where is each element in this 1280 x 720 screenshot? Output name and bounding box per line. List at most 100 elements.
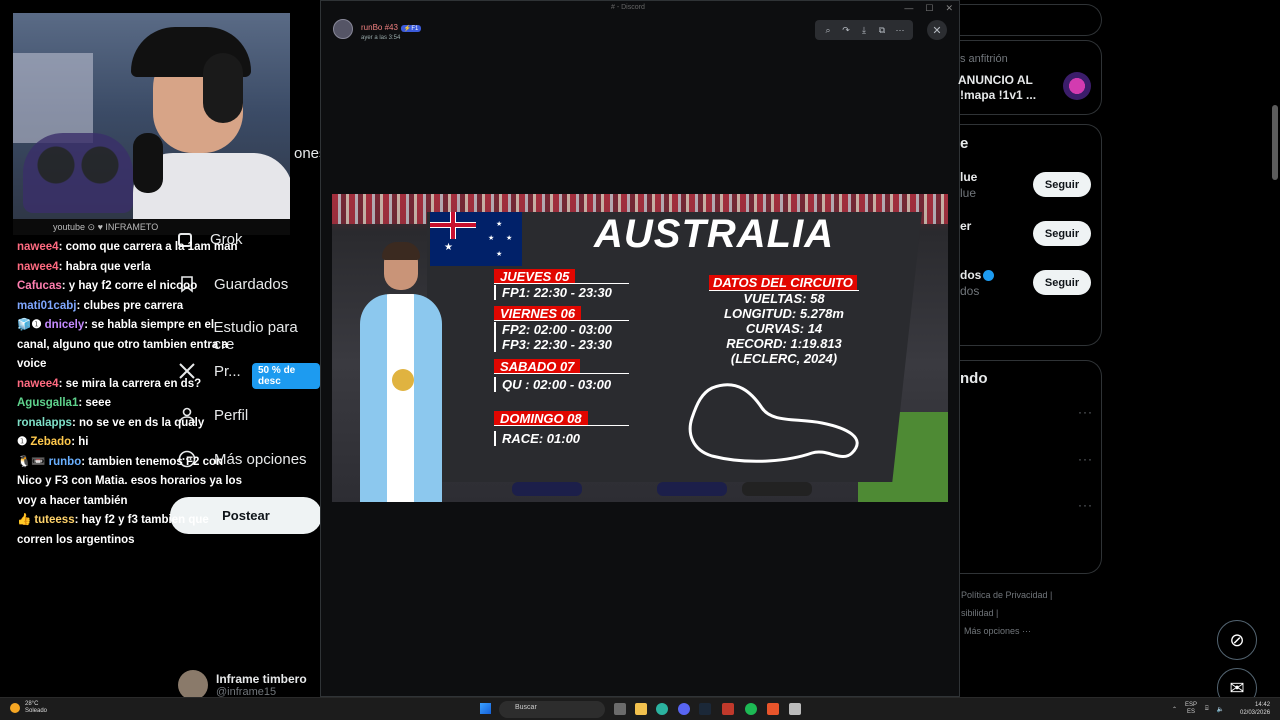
footer-more-link[interactable]: Más opciones ··· [964,626,1031,636]
suggested-handle: dos [960,284,980,298]
chat-badge-icon: 🧊❶ [17,319,42,331]
chat-username[interactable]: ronalapps [17,417,72,429]
chat-username[interactable]: Agusgalla1 [17,397,78,409]
chat-badge-icon: 👍 [17,514,32,526]
poster-title: AUSTRALIA [594,212,835,256]
download-icon[interactable]: ⤓ [857,23,871,37]
app-icon[interactable] [722,703,734,715]
chat-username[interactable]: nawee4 [17,378,59,390]
minimize-icon[interactable]: — [904,3,913,14]
space-avatar[interactable] [1063,72,1091,100]
suggested-name[interactable]: er [960,219,971,233]
sun-of-may-icon [392,369,414,391]
window-title: # - Discord [611,4,645,11]
chat-message: nawee4: se mira la carrera en ds? [17,375,242,395]
account-switcher[interactable]: Inframe timbero @inframe15 [178,670,307,700]
more-icon[interactable]: ⋯ [893,23,907,37]
open-icon[interactable]: ⧉ [875,23,889,37]
chat-username[interactable]: dnicely [45,319,85,331]
file-explorer-icon[interactable] [635,703,647,715]
chat-username[interactable]: Zebado [30,436,71,448]
follow-button[interactable]: Seguir [1033,221,1091,246]
edge-icon[interactable] [656,703,668,715]
who-to-follow-header: e [960,135,969,152]
author-name[interactable]: runBo #43 [361,23,398,32]
race-car [512,482,582,496]
footer-privacy-link[interactable]: Política de Privacidad | [961,590,1052,600]
nav-notifications[interactable]: ones [178,144,327,162]
chat-text: : seee [78,397,111,409]
discord-icon[interactable] [678,703,690,715]
space-subtitle[interactable]: !mapa !1v1 ... [960,88,1036,102]
race-car [657,482,727,496]
discount-badge: 50 % de desc [252,363,320,389]
scrollbar[interactable] [1272,105,1278,180]
spotify-icon[interactable] [745,703,757,715]
space-title[interactable]: ANUNCIO AL [958,73,1033,87]
chat-text: : y hay f2 corre el nicooo [61,280,198,292]
zoom-icon[interactable]: ⌕ [821,23,835,37]
steam-icon[interactable] [699,703,711,715]
more-icon[interactable]: ··· [1078,405,1093,419]
profile-name: Inframe timbero [216,672,307,686]
chat-username[interactable]: mati01cabj [17,300,76,312]
session-time: FP1: 22:30 - 23:30 [494,285,612,300]
race-car [742,482,812,496]
more-icon[interactable]: ··· [1078,498,1093,512]
chat-badge-icon: 🐧📼 [17,455,46,468]
clock-date: 02/03/2026 [1240,710,1271,716]
chat-message: mati01cabj: clubes pre carrera [17,297,242,317]
chat-message: 🧊❶ dnicely: se habla siempre en el canal,… [17,316,242,375]
grok-fab-icon[interactable]: ⊘ [1217,620,1257,660]
active-app-icon[interactable] [767,703,779,715]
windows-start-icon[interactable] [480,703,491,714]
chat-username[interactable]: tuteess [34,514,74,526]
taskbar-search[interactable]: Buscar [499,701,605,718]
clock[interactable]: 14:42 02/03/2026 [1240,701,1270,717]
network-icon[interactable]: ⌸ [1205,706,1209,713]
volume-icon[interactable]: 🔈 [1217,706,1224,713]
chat-badge-icon: ❶ [17,436,28,448]
suggested-name[interactable]: dos [960,268,995,282]
weather-widget[interactable]: 28°C Soleado [10,701,47,715]
more-icon[interactable]: ··· [1078,452,1093,466]
chat-text: : clubes pre carrera [76,299,184,312]
circuit-stat: VUELTAS: 58 [743,291,825,306]
session-time: FP3: 22:30 - 23:30 [494,337,612,352]
chat-username[interactable]: runbo [49,456,82,468]
follow-button[interactable]: Seguir [1033,270,1091,295]
follow-button[interactable]: Seguir [1033,172,1091,197]
close-icon[interactable]: ✕ [927,20,947,40]
system-tray: ⌃ ESP ES ⌸ 🔈 [1172,702,1224,716]
avatar [178,670,208,700]
task-view-icon[interactable] [614,703,626,715]
chat-username[interactable]: Cafucas [17,280,62,292]
circuit-stat: (LECLERC, 2024) [730,351,838,366]
chat-message: Agusgalla1: seee [17,394,242,414]
background-shelf [13,53,93,143]
author-tag: ⚡F1 [400,25,422,32]
search-card[interactable] [960,4,1102,36]
chat-username[interactable]: nawee4 [17,241,59,253]
drum-kit [23,133,133,213]
chat-message: Cafucas: y hay f2 corre el nicooo [17,277,242,297]
chat-message: ❶ Zebado: hi [17,433,242,453]
language-indicator[interactable]: ESP ES [1185,702,1197,716]
forward-icon[interactable]: ↷ [839,23,853,37]
suggested-name[interactable]: lue [960,170,977,184]
trends-card [960,360,1102,574]
chat-message: nawee4: como que carrera a la 1am man [17,238,242,258]
app-icon[interactable] [789,703,801,715]
trends-header: ndo [960,370,988,387]
session-time: RACE: 01:00 [494,431,580,446]
author-avatar[interactable] [333,19,353,39]
chat-username[interactable]: nawee4 [17,261,59,273]
right-sidebar [960,0,1280,720]
maximize-icon[interactable]: ☐ [925,3,933,14]
day-label: DOMINGO 08 [494,411,588,426]
footer-accessibility-link[interactable]: sibilidad | [961,608,998,618]
close-window-icon[interactable]: ✕ [945,3,953,14]
chat-text: : habra que verla [58,260,151,273]
verified-icon [983,270,995,282]
tray-chevron-icon[interactable]: ⌃ [1172,706,1177,713]
